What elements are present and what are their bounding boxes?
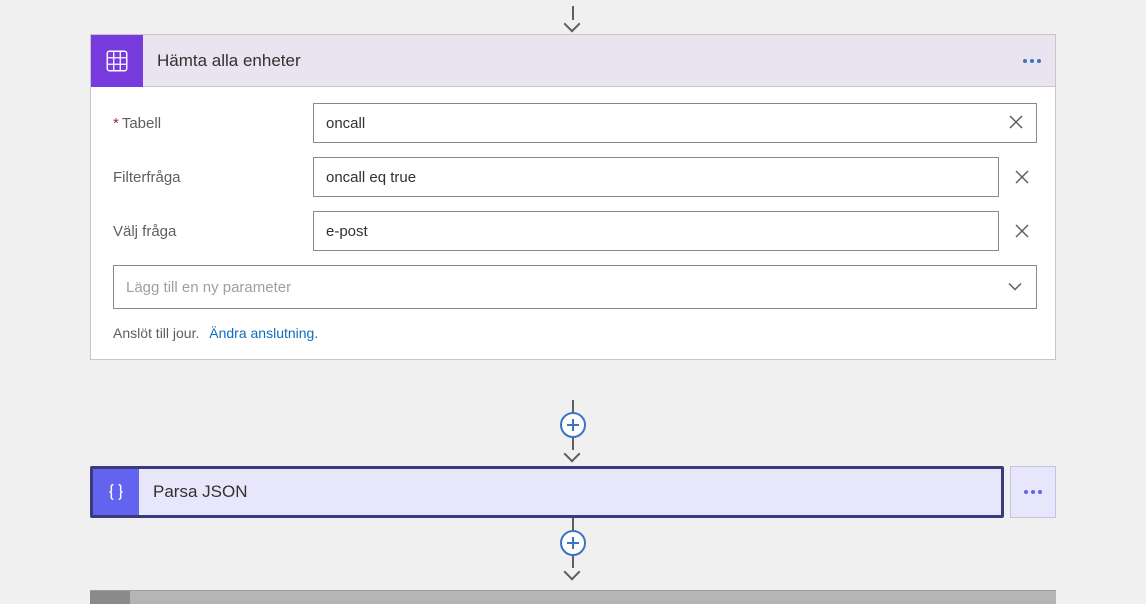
chevron-down-icon [1008, 279, 1022, 296]
connection-status: Anslöt till jour. [113, 325, 199, 341]
connector-top [559, 0, 587, 30]
add-parameter-placeholder: Lägg till en ny parameter [126, 279, 291, 296]
required-star: * [113, 115, 119, 132]
more-menu-button[interactable] [1010, 466, 1056, 518]
add-parameter-dropdown[interactable]: Lägg till en ny parameter [113, 265, 1037, 309]
action-title: Hämta alla enheter [143, 51, 1009, 71]
field-label: Välj fråga [113, 223, 313, 240]
parse-json-icon [93, 469, 139, 515]
clear-icon[interactable] [1007, 222, 1037, 240]
action-header[interactable]: Hämta alla enheter [91, 35, 1055, 87]
action-card-collapsed-top [90, 590, 1056, 604]
clear-icon[interactable] [1007, 168, 1037, 186]
change-connection-link[interactable]: Ändra anslutning. [209, 325, 318, 341]
clear-icon[interactable] [1007, 113, 1027, 133]
select-input[interactable] [313, 211, 999, 251]
field-label: Filterfråga [113, 169, 313, 186]
connector-2-to-3 [560, 518, 586, 578]
add-step-button[interactable] [560, 530, 586, 556]
field-row-filter: Filterfråga [113, 157, 1037, 197]
table-input[interactable] [313, 103, 1037, 143]
dataverse-icon [91, 35, 143, 87]
action-title: Parsa JSON [139, 482, 1001, 502]
filter-input[interactable] [313, 157, 999, 197]
field-label: * Tabell [113, 115, 313, 132]
more-menu-button[interactable] [1009, 35, 1055, 87]
action-card-parse-json[interactable]: Parsa JSON [90, 466, 1004, 518]
action-card-parse-json-row: Parsa JSON [90, 466, 1056, 518]
field-row-table: * Tabell [113, 103, 1037, 143]
action-icon-fragment [90, 591, 130, 604]
field-row-select: Välj fråga [113, 211, 1037, 251]
action-card-get-entities: Hämta alla enheter * Tabell [90, 34, 1056, 360]
add-step-button[interactable] [560, 412, 586, 438]
connector-1-to-2 [560, 400, 586, 460]
